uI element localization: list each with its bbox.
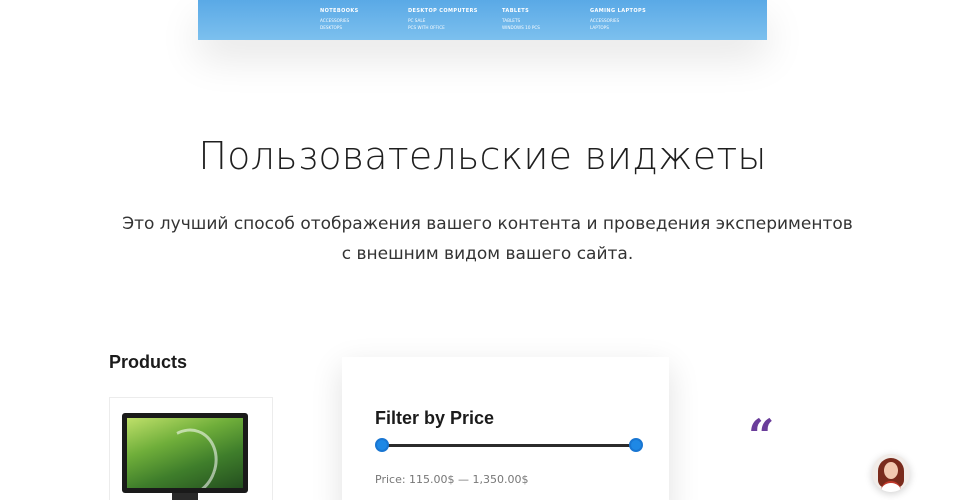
price-slider-max-handle[interactable]: [629, 438, 643, 452]
monitor-image[interactable]: [122, 413, 248, 493]
price-slider-min-handle[interactable]: [375, 438, 389, 452]
menu-item[interactable]: DESKTOPS: [320, 24, 359, 31]
menu-column-heading[interactable]: TABLETS: [502, 7, 540, 15]
product-card[interactable]: [109, 397, 273, 500]
menu-item[interactable]: ACCESSORIES: [320, 17, 359, 24]
price-slider-track[interactable]: [382, 444, 636, 447]
menu-item[interactable]: TABLETS: [502, 17, 540, 24]
menu-column-heading[interactable]: DESKTOP COMPUTERS: [408, 7, 478, 15]
menu-item[interactable]: PCS WITH OFFICE: [408, 24, 478, 31]
menu-item[interactable]: WINDOWS 10 PCS: [502, 24, 540, 31]
menu-column-notebooks: NOTEBOOKS ACCESSORIES DESKTOPS: [320, 7, 359, 31]
products-widget-title: Products: [109, 352, 188, 372]
section-title: Пользовательские виджеты: [198, 134, 767, 178]
menu-column-gaming-laptops: GAMING LAPTOPS ACCESSORIES LAPTOPS: [590, 7, 646, 31]
menu-column-heading[interactable]: GAMING LAPTOPS: [590, 7, 646, 15]
menu-item[interactable]: LAPTOPS: [590, 24, 646, 31]
price-filter-widget: Filter by Price Price: 115.00$ — 1,350.0…: [342, 357, 669, 500]
menu-item[interactable]: PC SALE: [408, 17, 478, 24]
menu-column-tablets: TABLETS TABLETS WINDOWS 10 PCS: [502, 7, 540, 31]
chat-avatar[interactable]: [872, 454, 910, 492]
avatar-face: [884, 462, 898, 479]
menu-column-desktop-computers: DESKTOP COMPUTERS PC SALE PCS WITH OFFIC…: [408, 7, 478, 31]
section-subtitle-line: с внешним видом вашего сайта.: [341, 244, 634, 264]
menu-column-heading[interactable]: NOTEBOOKS: [320, 7, 359, 15]
monitor-screen: [127, 418, 243, 488]
landscape-road: [146, 419, 228, 488]
menu-preview-banner: NOTEBOOKS ACCESSORIES DESKTOPS DESKTOP C…: [198, 0, 767, 40]
section-subtitle-line: Это лучший способ отображения вашего кон…: [122, 214, 853, 234]
section-subtitle: Это лучший способ отображения вашего кон…: [100, 209, 875, 269]
quote-icon: “: [748, 409, 775, 463]
menu-item[interactable]: ACCESSORIES: [590, 17, 646, 24]
monitor-stand: [172, 493, 198, 500]
price-filter-title: Filter by Price: [375, 408, 495, 428]
price-range-label: Price: 115.00$ — 1,350.00$: [375, 473, 529, 486]
